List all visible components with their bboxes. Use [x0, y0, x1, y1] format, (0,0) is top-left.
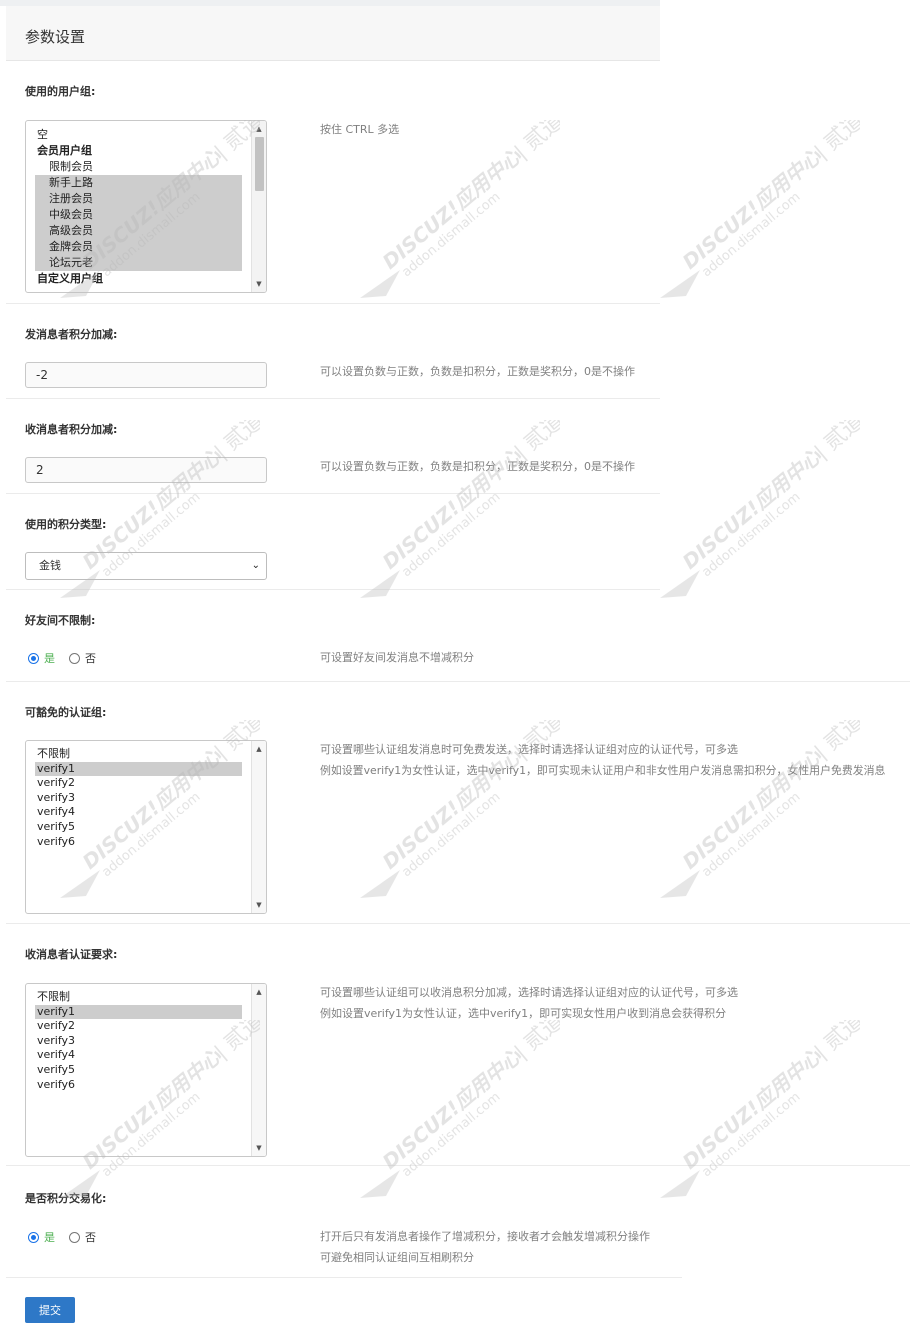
receiver-verify-option[interactable]: verify6: [35, 1078, 242, 1093]
receiver-verify-option[interactable]: verify4: [35, 1048, 242, 1063]
receiver-verify-option[interactable]: verify5: [35, 1063, 242, 1078]
usergroups-option[interactable]: 注册会员: [35, 191, 242, 207]
friends-unlimited-yes-label[interactable]: 是: [44, 650, 55, 666]
usergroups-option[interactable]: 限制会员: [35, 159, 242, 175]
watermark-cn: 贰道: [820, 120, 860, 156]
friends-unlimited-no-label[interactable]: 否: [85, 650, 96, 666]
usergroups-option[interactable]: 金牌会员: [35, 239, 242, 255]
trade-mode-yes-label[interactable]: 是: [44, 1229, 55, 1245]
watermark-logo: DISCUZ!应用中心|贰道®addon.dismall.com: [660, 398, 869, 600]
watermark-brand: DISCUZ!应用中心: [678, 444, 827, 574]
receiver-points-help: 可以设置负数与正数，负数是扣积分，正数是奖积分，0是不操作: [320, 460, 635, 473]
receiver-points-label: 收消息者积分加减:: [25, 423, 118, 436]
scroll-thumb[interactable]: [255, 137, 264, 191]
exempt-verify-scrollbar[interactable]: ▲ ▼: [251, 741, 266, 913]
exempt-verify-option[interactable]: verify2: [35, 776, 242, 791]
receiver-verify-listbox[interactable]: 不限制 verify1 verify2 verify3 verify4 verify5 ve…: [25, 983, 267, 1157]
receiver-verify-option[interactable]: verify3: [35, 1034, 242, 1049]
points-type-label: 使用的积分类型:: [25, 518, 107, 531]
friends-unlimited-radios: 是 否: [28, 650, 96, 666]
usergroups-label: 使用的用户组:: [25, 85, 96, 98]
exempt-verify-label: 可豁免的认证组:: [25, 706, 107, 719]
receiver-verify-option[interactable]: 不限制: [35, 990, 242, 1005]
page-header: 参数设置: [6, 6, 660, 61]
usergroups-option[interactable]: 中级会员: [35, 207, 242, 223]
scroll-up-icon[interactable]: ▲: [252, 742, 266, 756]
trade-mode-no-radio[interactable]: [69, 1231, 80, 1243]
receiver-verify-option[interactable]: verify2: [35, 1019, 242, 1034]
exempt-verify-option[interactable]: verify1: [35, 761, 242, 777]
receiver-points-input[interactable]: 2: [25, 457, 267, 483]
exempt-verify-option[interactable]: verify6: [35, 835, 242, 850]
page-title: 参数设置: [25, 28, 86, 46]
exempt-verify-help-2: 例如设置verify1为女性认证，选中verify1，即可实现未认证用户和非女性…: [320, 764, 886, 777]
usergroups-option[interactable]: 会员用户组: [35, 143, 242, 159]
exempt-verify-option[interactable]: verify4: [35, 805, 242, 820]
scroll-down-icon[interactable]: ▼: [252, 1141, 266, 1155]
sender-points-input[interactable]: -2: [25, 362, 267, 388]
trade-mode-label: 是否积分交易化:: [25, 1192, 107, 1205]
exempt-verify-help-1: 可设置哪些认证组发消息时可免费发送，选择时请选择认证组对应的认证代号，可多选: [320, 743, 738, 756]
trade-mode-help-2: 可避免相同认证组间互相刷积分: [320, 1251, 474, 1264]
section-friends-unlimited: [6, 590, 910, 682]
usergroups-option[interactable]: 空: [35, 127, 242, 143]
usergroups-option[interactable]: 论坛元老: [35, 255, 242, 271]
friends-unlimited-label: 好友间不限制:: [25, 614, 96, 627]
usergroups-help: 按住 CTRL 多选: [320, 123, 400, 136]
chevron-down-icon: ⌄: [251, 560, 260, 571]
usergroups-option[interactable]: 高级会员: [35, 223, 242, 239]
watermark-domain: addon.dismall.com: [699, 490, 803, 581]
usergroups-scrollbar[interactable]: ▲ ▼: [251, 121, 266, 292]
scroll-up-icon[interactable]: ▲: [252, 122, 266, 136]
usergroups-listbox[interactable]: 空会员用户组 限制会员 新手上路 注册会员 中级会员 高级会员 金牌会员 论坛元老 自定义用户组…: [25, 120, 267, 293]
scroll-down-icon[interactable]: ▼: [252, 898, 266, 912]
trade-mode-radios: 是 否: [28, 1229, 96, 1245]
friends-unlimited-help: 可设置好友间发消息不增减积分: [320, 651, 474, 664]
trade-mode-no-label[interactable]: 否: [85, 1229, 96, 1245]
friends-unlimited-yes-radio[interactable]: [28, 652, 39, 664]
usergroups-option[interactable]: 自定义用户组: [35, 271, 242, 287]
receiver-verify-help-1: 可设置哪些认证组可以收消息积分加减，选择时请选择认证组对应的认证代号，可多选: [320, 986, 738, 999]
receiver-verify-scrollbar[interactable]: ▲ ▼: [251, 984, 266, 1156]
trade-mode-yes-radio[interactable]: [28, 1231, 39, 1243]
points-type-select[interactable]: 金钱 ⌄: [25, 552, 267, 580]
watermark-sep: |: [810, 441, 831, 464]
scroll-up-icon[interactable]: ▲: [252, 985, 266, 999]
exempt-verify-listbox[interactable]: 不限制 verify1 verify2 verify3 verify4 verify5 ve…: [25, 740, 267, 914]
sender-points-label: 发消息者积分加减:: [25, 328, 118, 341]
watermark-brand: DISCUZ!应用中心: [678, 144, 827, 274]
scroll-down-icon[interactable]: ▼: [252, 277, 266, 291]
watermark-cn: 贰道: [820, 420, 860, 456]
points-type-value: 金钱: [39, 559, 61, 572]
submit-button[interactable]: 提交: [25, 1297, 75, 1323]
exempt-verify-option[interactable]: verify3: [35, 791, 242, 806]
exempt-verify-option[interactable]: verify5: [35, 820, 242, 835]
sender-points-help: 可以设置负数与正数，负数是扣积分，正数是奖积分，0是不操作: [320, 365, 635, 378]
receiver-verify-option[interactable]: verify1: [35, 1004, 242, 1020]
watermark-logo: DISCUZ!应用中心|贰道®addon.dismall.com: [660, 98, 869, 300]
usergroups-option[interactable]: 新手上路: [35, 175, 242, 191]
receiver-verify-help-2: 例如设置verify1为女性认证，选中verify1，即可实现女性用户收到消息会…: [320, 1007, 727, 1020]
watermark-sep: |: [810, 141, 831, 164]
exempt-verify-option[interactable]: 不限制: [35, 747, 242, 762]
friends-unlimited-no-radio[interactable]: [69, 652, 80, 664]
trade-mode-help-1: 打开后只有发消息者操作了增减积分，接收者才会触发增减积分操作: [320, 1230, 650, 1243]
receiver-verify-label: 收消息者认证要求:: [25, 948, 118, 961]
watermark-domain: addon.dismall.com: [699, 190, 803, 281]
